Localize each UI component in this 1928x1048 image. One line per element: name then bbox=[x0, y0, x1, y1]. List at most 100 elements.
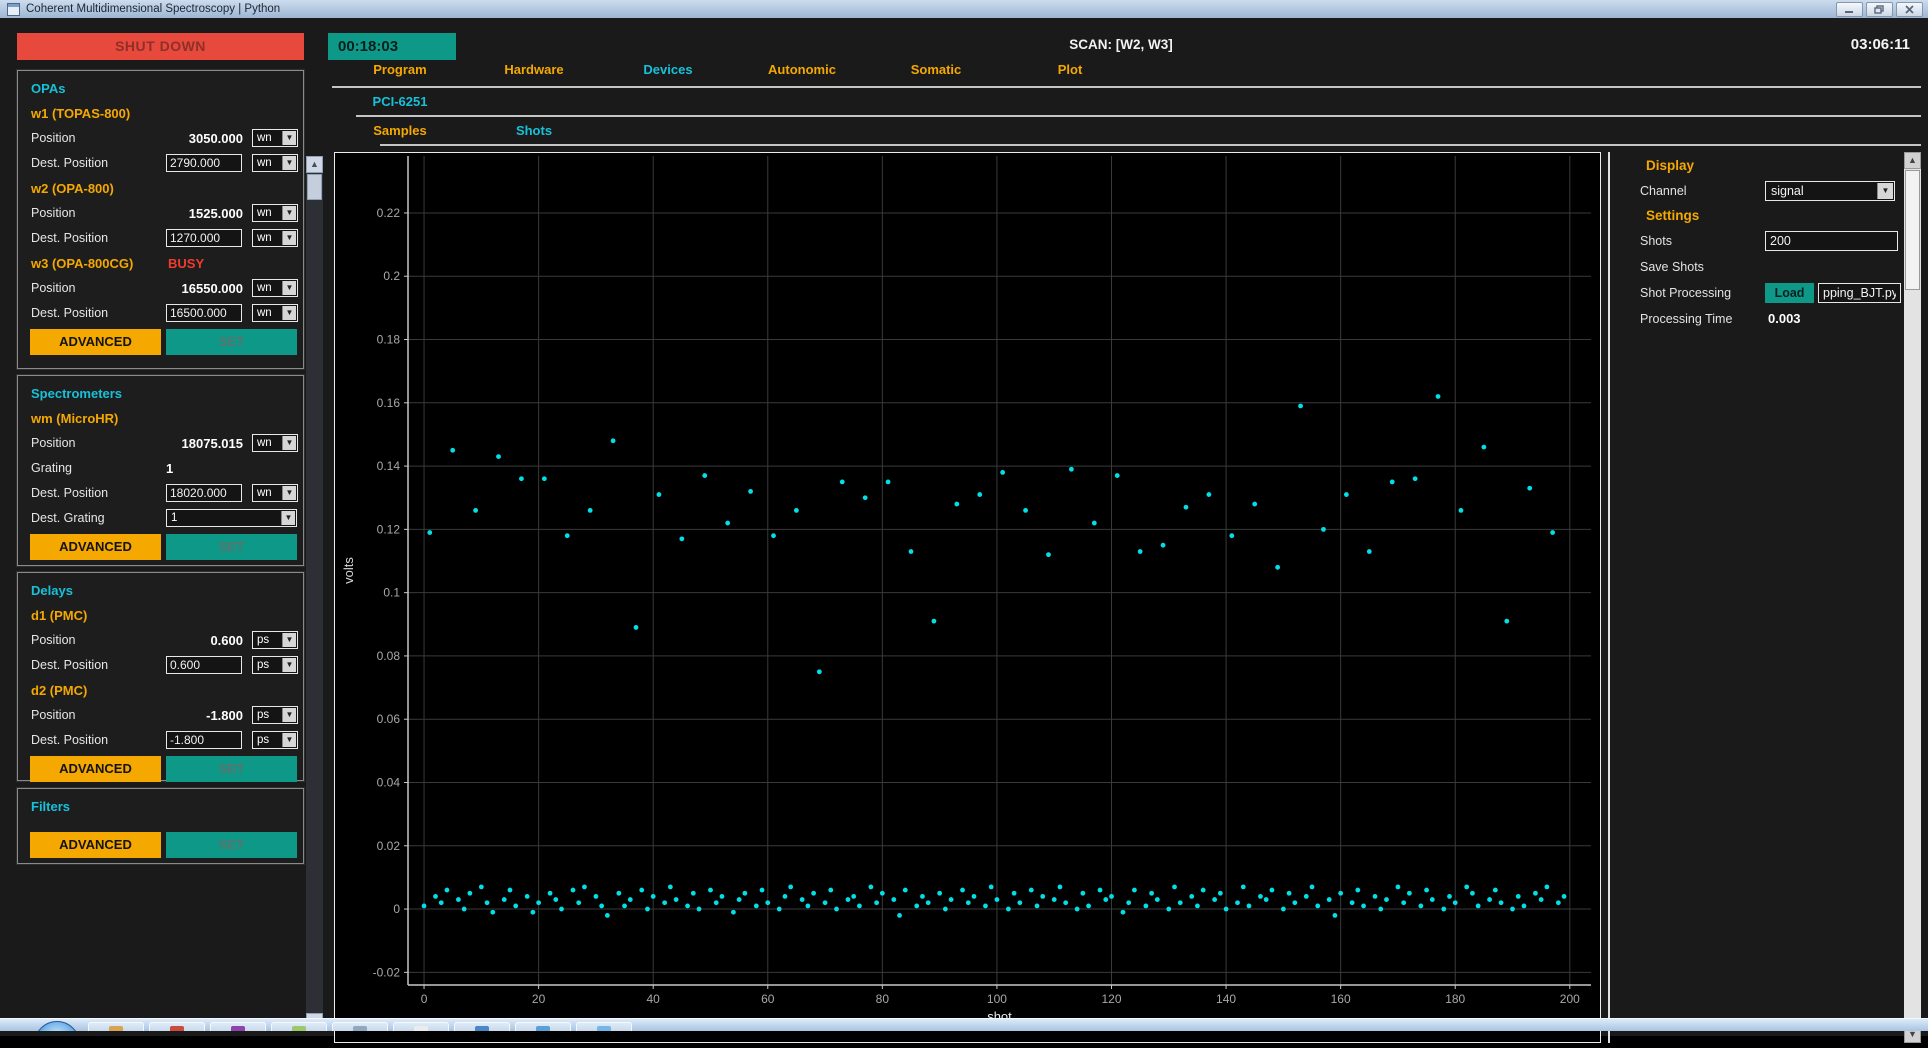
units-select[interactable]: wn ▼ bbox=[252, 204, 298, 222]
units-select[interactable]: wn ▼ bbox=[252, 229, 298, 247]
svg-text:0.02: 0.02 bbox=[377, 839, 401, 853]
advanced-button[interactable]: ADVANCED bbox=[30, 756, 161, 782]
set-button[interactable]: SET bbox=[166, 329, 297, 355]
chevron-down-icon[interactable]: ▼ bbox=[282, 131, 296, 145]
start-button[interactable] bbox=[34, 1021, 80, 1031]
chevron-down-icon[interactable]: ▼ bbox=[282, 156, 296, 170]
chevron-down-icon[interactable]: ▼ bbox=[282, 658, 296, 672]
data-point bbox=[473, 507, 478, 513]
dest-position-input[interactable] bbox=[166, 731, 242, 749]
taskbar-app-button[interactable] bbox=[576, 1022, 632, 1031]
data-point bbox=[1235, 900, 1240, 906]
tab-program[interactable]: Program bbox=[333, 62, 467, 77]
chevron-down-icon[interactable]: ▼ bbox=[282, 733, 296, 747]
units-select[interactable]: wn ▼ bbox=[252, 154, 298, 172]
right-scrollbar[interactable]: ▲ ▼ bbox=[1904, 152, 1921, 1043]
data-point bbox=[433, 894, 438, 899]
tab-pci-6251[interactable]: PCI-6251 bbox=[333, 94, 467, 109]
advanced-button[interactable]: ADVANCED bbox=[30, 534, 161, 560]
data-point bbox=[1555, 900, 1561, 906]
tab-devices[interactable]: Devices bbox=[601, 62, 735, 77]
scroll-up-icon[interactable]: ▲ bbox=[1904, 152, 1921, 169]
set-button[interactable]: SET bbox=[166, 534, 297, 560]
svg-text:40: 40 bbox=[647, 992, 661, 1006]
position-readout: 0.600 bbox=[210, 633, 243, 648]
chevron-down-icon[interactable]: ▼ bbox=[1877, 183, 1893, 199]
dest-position-input[interactable] bbox=[166, 229, 242, 247]
chevron-down-icon[interactable]: ▼ bbox=[282, 206, 296, 220]
advanced-button[interactable]: ADVANCED bbox=[30, 329, 161, 355]
close-button[interactable] bbox=[1896, 2, 1923, 17]
chevron-down-icon[interactable]: ▼ bbox=[282, 708, 296, 722]
data-point bbox=[450, 447, 456, 453]
channel-select[interactable]: signal ▼ bbox=[1765, 181, 1895, 201]
data-point bbox=[1464, 884, 1470, 890]
data-point bbox=[576, 900, 582, 906]
units-select[interactable]: ps ▼ bbox=[252, 656, 298, 674]
minimize-button[interactable] bbox=[1836, 2, 1863, 17]
chevron-down-icon[interactable]: ▼ bbox=[282, 486, 296, 500]
units-select[interactable]: ps ▼ bbox=[252, 631, 298, 649]
right-scrollbar-thumb[interactable] bbox=[1905, 170, 1920, 290]
chevron-down-icon[interactable]: ▼ bbox=[282, 633, 296, 647]
set-button[interactable]: SET bbox=[166, 756, 297, 782]
shutdown-button[interactable]: SHUT DOWN bbox=[17, 33, 304, 60]
left-scrollbar[interactable]: ▲ ▼ bbox=[306, 156, 323, 1030]
taskbar-app-button[interactable] bbox=[210, 1022, 266, 1031]
taskbar-app-button[interactable] bbox=[149, 1022, 205, 1031]
tab-somatic[interactable]: Somatic bbox=[869, 62, 1003, 77]
data-point bbox=[645, 906, 650, 912]
processing-script-field[interactable] bbox=[1818, 283, 1901, 303]
app-icon bbox=[7, 2, 20, 16]
dest-grating-select[interactable]: 1 ▼ bbox=[166, 509, 297, 527]
windows-taskbar[interactable] bbox=[0, 1018, 1928, 1031]
shots-scatter-plot[interactable]: 0 20 40 60 80 100 120 140 160 180 200 -0.02 0 0.02 0.0… bbox=[334, 152, 1601, 1043]
data-point bbox=[1355, 887, 1361, 893]
chevron-down-icon[interactable]: ▼ bbox=[281, 511, 295, 525]
taskbar-app-button[interactable] bbox=[332, 1022, 388, 1031]
grating-readout: 1 bbox=[166, 461, 174, 476]
advanced-button[interactable]: ADVANCED bbox=[30, 832, 161, 858]
dest-position-input[interactable] bbox=[166, 656, 242, 674]
tab-hardware[interactable]: Hardware bbox=[467, 62, 601, 77]
tab-autonomic[interactable]: Autonomic bbox=[735, 62, 869, 77]
dest-position-input[interactable] bbox=[166, 484, 242, 502]
tab-shots[interactable]: Shots bbox=[467, 123, 601, 138]
dest-position-input[interactable] bbox=[166, 154, 242, 172]
tab-plot[interactable]: Plot bbox=[1003, 62, 1137, 77]
data-point bbox=[851, 894, 857, 899]
dest-position-input[interactable] bbox=[166, 304, 242, 322]
taskbar-app-button[interactable] bbox=[393, 1022, 449, 1031]
taskbar-app-button[interactable] bbox=[88, 1022, 144, 1031]
tab-samples[interactable]: Samples bbox=[333, 123, 467, 138]
shots-input[interactable] bbox=[1765, 231, 1898, 251]
chevron-down-icon[interactable]: ▼ bbox=[282, 231, 296, 245]
units-select[interactable]: wn ▼ bbox=[252, 484, 298, 502]
units-select[interactable]: wn ▼ bbox=[252, 129, 298, 147]
units-select[interactable]: wn ▼ bbox=[252, 434, 298, 452]
data-point bbox=[1429, 897, 1435, 902]
restore-button[interactable] bbox=[1866, 2, 1893, 17]
data-point bbox=[1384, 897, 1389, 902]
units-select[interactable]: wn ▼ bbox=[252, 279, 298, 297]
units-select[interactable]: ps ▼ bbox=[252, 706, 298, 724]
units-select[interactable]: ps ▼ bbox=[252, 731, 298, 749]
data-point bbox=[1424, 887, 1429, 893]
taskbar-app-button[interactable] bbox=[271, 1022, 327, 1031]
taskbar-app-button[interactable] bbox=[454, 1022, 510, 1031]
data-point bbox=[988, 884, 994, 890]
load-script-button[interactable]: Load bbox=[1765, 283, 1814, 303]
left-scrollbar-thumb[interactable] bbox=[307, 174, 322, 200]
chevron-down-icon[interactable]: ▼ bbox=[282, 436, 296, 450]
chevron-down-icon[interactable]: ▼ bbox=[282, 306, 296, 320]
shot-processing-label: Shot Processing bbox=[1640, 286, 1732, 300]
units-select[interactable]: wn ▼ bbox=[252, 304, 298, 322]
chevron-down-icon[interactable]: ▼ bbox=[282, 281, 296, 295]
panel-divider[interactable] bbox=[1608, 152, 1610, 1043]
group-title: OPAs bbox=[31, 81, 66, 96]
combo-value: wn bbox=[257, 157, 272, 169]
taskbar-app-button[interactable] bbox=[515, 1022, 571, 1031]
data-point bbox=[496, 454, 501, 459]
set-button[interactable]: SET bbox=[166, 832, 297, 858]
scroll-up-icon[interactable]: ▲ bbox=[306, 156, 323, 173]
